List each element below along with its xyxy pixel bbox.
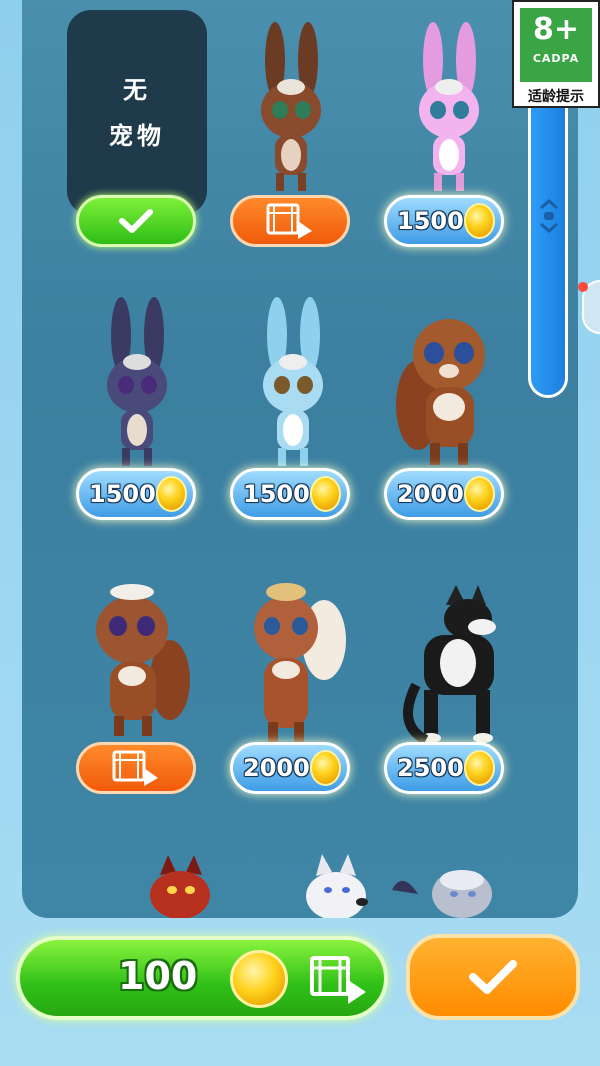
no-pet-card[interactable]: 无 宠物: [67, 10, 207, 215]
no-pet-label-2: 宠物: [109, 121, 165, 150]
watch-video-button-2[interactable]: [76, 742, 196, 794]
pet-pink-bunny[interactable]: [378, 15, 518, 195]
pet-navy-bunny[interactable]: [66, 290, 206, 470]
coin-icon: [463, 750, 495, 786]
pet-silver-dragon[interactable]: [382, 850, 522, 918]
age-rating-logo: 8+ CADPA: [520, 8, 592, 82]
coin-count: 100: [118, 954, 198, 998]
age-rating-org: CADPA: [532, 52, 580, 65]
pet-blonde-squirrel[interactable]: [220, 570, 360, 750]
video-icon: [112, 750, 158, 786]
buy-button-black-wolf[interactable]: 2500: [384, 742, 504, 794]
pet-red-dragon[interactable]: [108, 850, 248, 918]
pet-selection-panel: 无 宠物 1500 1500 1500 2000 2000 2500: [22, 0, 578, 918]
check-icon: [119, 209, 153, 233]
video-icon: [266, 203, 312, 239]
coin-icon: [155, 476, 187, 512]
price-label: 2000: [397, 480, 464, 508]
notification-dot: [578, 282, 588, 292]
watch-video-button-1[interactable]: [230, 195, 350, 247]
confirm-button[interactable]: [406, 934, 580, 1020]
age-rating-label: 适龄提示: [528, 89, 584, 105]
buy-button-blue-bunny[interactable]: 1500: [230, 468, 350, 520]
buy-button-pink-bunny[interactable]: 1500: [384, 195, 504, 247]
no-pet-label-1: 无: [123, 75, 151, 104]
pet-white-wolf[interactable]: [262, 850, 402, 918]
coin-icon: [463, 476, 495, 512]
pet-brown-bunny[interactable]: [220, 15, 360, 195]
video-icon: [310, 956, 366, 1004]
coin-icon: [309, 750, 341, 786]
pet-blue-bunny[interactable]: [222, 290, 362, 470]
age-rating-badge: 8+ CADPA 适龄提示: [512, 0, 600, 108]
scroll-handle-icon[interactable]: [537, 196, 561, 236]
pet-black-wolf[interactable]: [386, 575, 526, 755]
price-label: 2000: [243, 754, 310, 782]
buy-button-brown-squirrel[interactable]: 2000: [384, 468, 504, 520]
age-rating-number: 8+: [532, 12, 579, 47]
pet-squirrel-girl[interactable]: [66, 570, 206, 750]
coin-icon: [463, 203, 495, 239]
coin-icon: [309, 476, 341, 512]
no-pet-selected-button[interactable]: [76, 195, 196, 247]
scrollbar-track[interactable]: [528, 98, 568, 398]
price-label: 2500: [397, 754, 464, 782]
check-icon: [469, 960, 517, 994]
price-label: 1500: [243, 480, 310, 508]
coin-balance-video-button[interactable]: 100: [16, 936, 388, 1020]
buy-button-blonde-squirrel[interactable]: 2000: [230, 742, 350, 794]
pet-brown-squirrel[interactable]: [378, 295, 518, 475]
coin-icon: [230, 950, 288, 1008]
price-label: 1500: [89, 480, 156, 508]
buy-button-navy-bunny[interactable]: 1500: [76, 468, 196, 520]
price-label: 1500: [397, 207, 464, 235]
